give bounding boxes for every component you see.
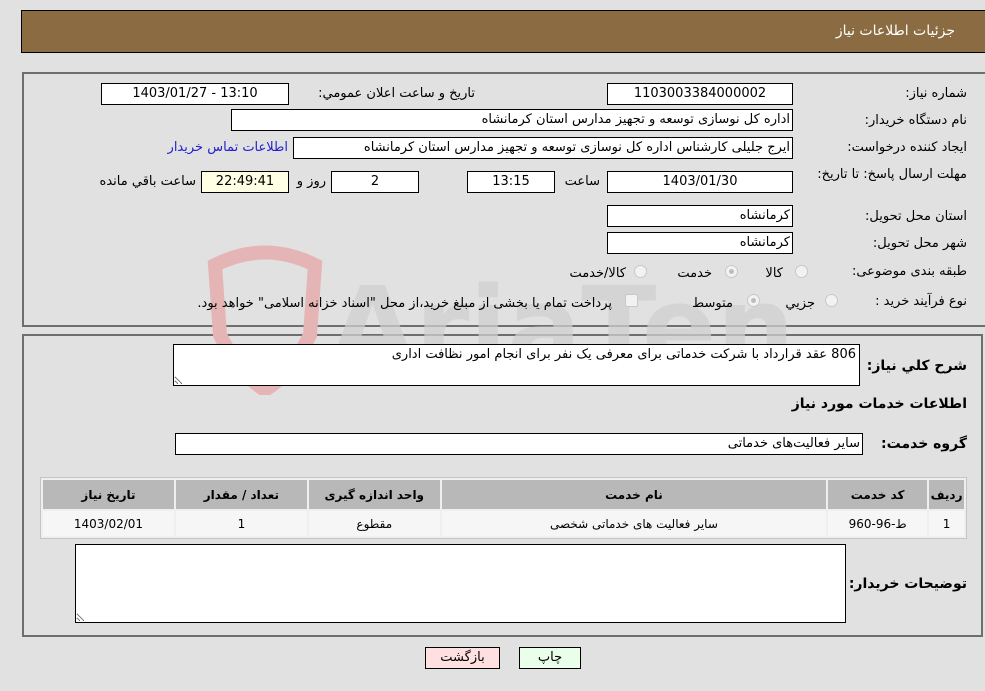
table-header-row: ردیف کد خدمت نام خدمت واحد اندازه گیری ت… — [43, 480, 964, 509]
cell-unit: مقطوع — [308, 511, 440, 536]
purchase-type-radio-medium[interactable] — [747, 294, 760, 307]
page-header: جزئیات اطلاعات نیاز — [21, 10, 985, 53]
col-header-service-code: کد خدمت — [828, 480, 928, 509]
deadline-date-field[interactable]: 1403/01/30 — [607, 171, 793, 193]
services-section-title: اطلاعات خدمات مورد نياز — [791, 396, 967, 412]
buyer-notes-textarea[interactable] — [75, 544, 846, 623]
days-label: روز و — [296, 174, 326, 189]
announce-datetime-label: تاریخ و ساعت اعلان عمومي: — [318, 86, 475, 101]
need-number-field[interactable]: 1103003384000002 — [607, 83, 793, 105]
buyer-org-label: نام دستگاه خریدار: — [864, 113, 967, 128]
deadline-time-label: ساعت — [564, 174, 600, 189]
service-group-label: گروه خدمت: — [881, 436, 967, 452]
col-header-row-number: ردیف — [929, 480, 964, 509]
cell-row-number: 1 — [929, 511, 964, 536]
buyer-org-field[interactable]: اداره کل نوسازی توسعه و تجهیز مدارس استا… — [231, 109, 793, 131]
service-group-field[interactable]: سایر فعالیت‌های خدماتی — [175, 433, 863, 455]
col-header-quantity: تعداد / مقدار — [175, 480, 307, 509]
back-button[interactable]: بازگشت — [425, 647, 500, 669]
province-field[interactable]: کرمانشاه — [607, 205, 793, 227]
category-radio-service[interactable] — [725, 265, 738, 278]
category-option-goods-service: کالا/خدمت — [569, 266, 626, 281]
buyer-notes-label: توضیحات خریدار: — [848, 576, 967, 592]
province-label: استان محل تحویل: — [865, 209, 967, 224]
cell-service-name: سایر فعالیت های خدماتی شخصی — [441, 511, 827, 536]
need-number-label: شماره نیاز: — [905, 86, 967, 101]
deadline-label: مهلت ارسال پاسخ: تا تاریخ: — [817, 167, 967, 182]
treasury-checkbox[interactable] — [625, 294, 638, 307]
purchase-type-label: نوع فرآیند خرید : — [875, 294, 967, 309]
col-header-unit: واحد اندازه گیری — [308, 480, 440, 509]
deadline-time-field[interactable]: 13:15 — [467, 171, 555, 193]
remaining-time-label: ساعت باقي مانده — [99, 174, 196, 189]
buyer-contact-link[interactable]: اطلاعات تماس خریدار — [168, 140, 288, 155]
description-label: شرح کلي نياز: — [866, 358, 967, 374]
category-option-service: خدمت — [677, 266, 712, 281]
page-title: جزئیات اطلاعات نیاز — [835, 23, 955, 39]
requester-field[interactable]: ایرج جلیلی کارشناس اداره کل نوسازی توسعه… — [293, 137, 793, 159]
city-field[interactable]: کرمانشاه — [607, 232, 793, 254]
col-header-service-name: نام خدمت — [441, 480, 827, 509]
print-button[interactable]: چاپ — [519, 647, 581, 669]
col-header-need-date: تاریخ نیاز — [43, 480, 174, 509]
category-option-goods: کالا — [765, 266, 783, 281]
cell-need-date: 1403/02/01 — [43, 511, 174, 536]
cell-quantity: 1 — [175, 511, 307, 536]
days-remaining-field[interactable]: 2 — [331, 171, 419, 193]
remaining-time-field: 22:49:41 — [201, 171, 289, 193]
purchase-type-option-minor: جزيي — [785, 296, 815, 311]
category-radio-goods-service[interactable] — [634, 265, 647, 278]
table-row: 1 ط-96-960 سایر فعالیت های خدماتی شخصی م… — [43, 511, 964, 536]
cell-service-code: ط-96-960 — [828, 511, 928, 536]
description-textarea[interactable]: 806 عقد قرارداد با شرکت خدماتی برای معرف… — [173, 344, 860, 386]
city-label: شهر محل تحویل: — [872, 236, 967, 251]
announce-datetime-field[interactable]: 1403/01/27 - 13:10 — [101, 83, 289, 105]
purchase-type-radio-minor[interactable] — [825, 294, 838, 307]
treasury-note: پرداخت تمام یا بخشی از مبلغ خرید،از محل … — [197, 296, 612, 311]
services-table: ردیف کد خدمت نام خدمت واحد اندازه گیری ت… — [40, 477, 967, 539]
category-radio-goods[interactable] — [795, 265, 808, 278]
requester-label: ایجاد کننده درخواست: — [847, 140, 967, 155]
purchase-type-option-medium: متوسط — [692, 296, 733, 311]
category-label: طبقه بندی موضوعی: — [851, 264, 967, 279]
